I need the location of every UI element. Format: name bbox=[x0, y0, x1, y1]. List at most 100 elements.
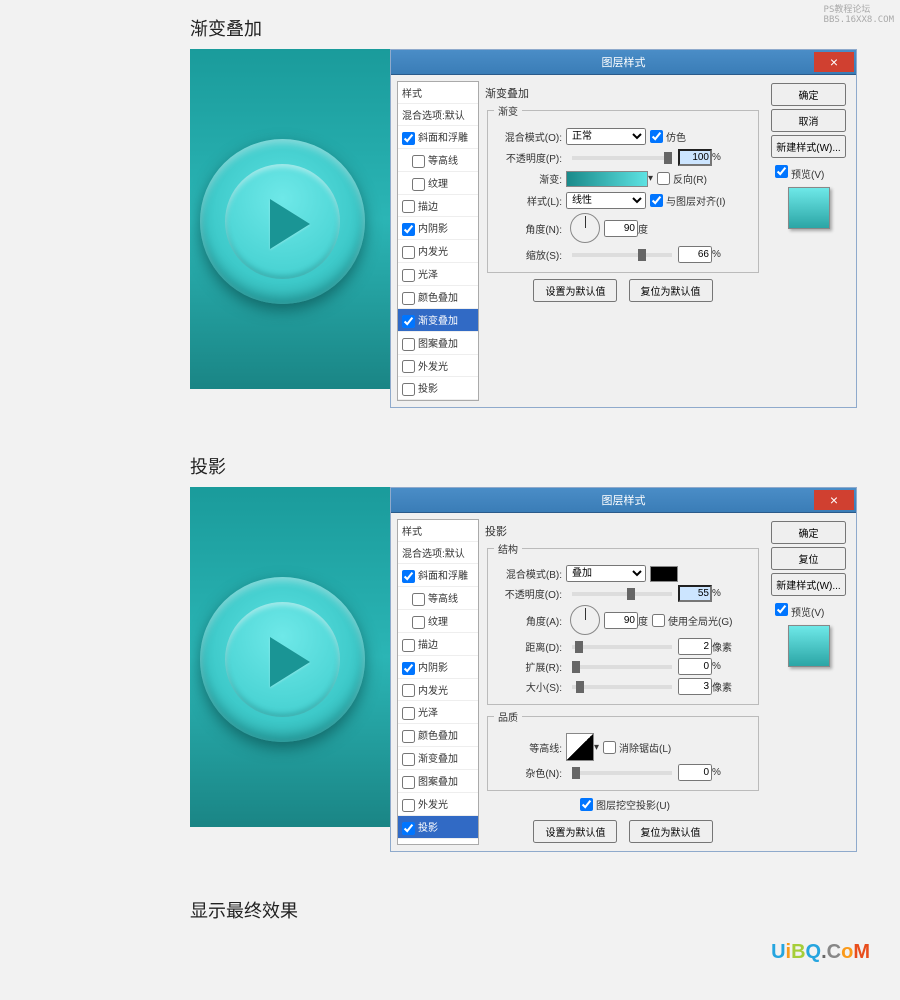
antialias-checkbox[interactable] bbox=[603, 741, 616, 754]
scale-input[interactable] bbox=[678, 246, 712, 263]
style-drop-shadow[interactable]: 投影 bbox=[398, 816, 478, 839]
style-inner-shadow[interactable]: 内阴影 bbox=[398, 656, 478, 679]
preview-image bbox=[190, 49, 390, 389]
section-title: 投影 bbox=[0, 438, 900, 487]
style-color-overlay[interactable]: 颜色叠加 bbox=[398, 286, 478, 309]
style-pattern[interactable]: 图案叠加 bbox=[398, 332, 478, 355]
style-outer-glow[interactable]: 外发光 bbox=[398, 355, 478, 378]
outer-glow-checkbox[interactable] bbox=[402, 360, 415, 373]
blend-mode-label: 混合模式(O): bbox=[494, 129, 562, 144]
spread-slider[interactable] bbox=[572, 665, 672, 669]
style-texture[interactable]: 纹理 bbox=[398, 610, 478, 633]
noise-slider[interactable] bbox=[572, 771, 672, 775]
style-contour[interactable]: 等高线 bbox=[398, 587, 478, 610]
reset-default-button[interactable]: 复位为默认值 bbox=[629, 279, 713, 302]
global-light-checkbox[interactable] bbox=[652, 614, 665, 627]
cancel-button[interactable]: 取消 bbox=[771, 109, 846, 132]
size-input[interactable] bbox=[678, 678, 712, 695]
distance-slider[interactable] bbox=[572, 645, 672, 649]
style-inner-glow[interactable]: 内发光 bbox=[398, 240, 478, 263]
ok-button[interactable]: 确定 bbox=[771, 83, 846, 106]
blend-mode-label: 混合模式(B): bbox=[494, 566, 562, 581]
drop-shadow-checkbox[interactable] bbox=[402, 383, 415, 396]
cancel-button[interactable]: 复位 bbox=[771, 547, 846, 570]
set-default-button[interactable]: 设置为默认值 bbox=[533, 279, 617, 302]
style-bevel[interactable]: 斜面和浮雕 bbox=[398, 564, 478, 587]
gradient-overlay-checkbox[interactable] bbox=[402, 315, 415, 328]
opacity-input[interactable] bbox=[678, 585, 712, 602]
group-legend: 渐变 bbox=[494, 103, 522, 118]
style-stroke[interactable]: 描边 bbox=[398, 195, 478, 218]
dialog-title: 图层样式 bbox=[391, 54, 856, 70]
set-default-button[interactable]: 设置为默认值 bbox=[533, 820, 617, 843]
satin-checkbox[interactable] bbox=[402, 269, 415, 282]
contour-checkbox[interactable] bbox=[412, 155, 425, 168]
preview-swatch bbox=[788, 187, 830, 229]
size-slider[interactable] bbox=[572, 685, 672, 689]
gradient-swatch[interactable] bbox=[566, 171, 648, 187]
preview-toggle[interactable]: 预览(V) bbox=[771, 600, 846, 619]
texture-checkbox[interactable] bbox=[412, 178, 425, 191]
grad-style-select[interactable]: 线性 bbox=[566, 192, 646, 209]
reset-default-button[interactable]: 复位为默认值 bbox=[629, 820, 713, 843]
angle-input[interactable] bbox=[604, 612, 638, 629]
inner-shadow-checkbox[interactable] bbox=[402, 223, 415, 236]
color-overlay-checkbox[interactable] bbox=[402, 292, 415, 305]
style-drop-shadow[interactable]: 投影 bbox=[398, 377, 478, 400]
titlebar[interactable]: 图层样式 × bbox=[391, 50, 856, 75]
opacity-slider[interactable] bbox=[572, 592, 672, 596]
stroke-checkbox[interactable] bbox=[402, 200, 415, 213]
style-outer-glow[interactable]: 外发光 bbox=[398, 793, 478, 816]
style-gradient-overlay[interactable]: 渐变叠加 bbox=[398, 309, 478, 332]
blend-mode-select[interactable]: 正常 bbox=[566, 128, 646, 145]
blend-mode-select[interactable]: 叠加 bbox=[566, 565, 646, 582]
contour-picker[interactable] bbox=[566, 733, 594, 761]
preview-toggle[interactable]: 预览(V) bbox=[771, 162, 846, 181]
play-icon bbox=[270, 637, 310, 687]
contour-dropdown-icon[interactable]: ▾ bbox=[594, 742, 599, 753]
new-style-button[interactable]: 新建样式(W)... bbox=[771, 573, 846, 596]
new-style-button[interactable]: 新建样式(W)... bbox=[771, 135, 846, 158]
angle-input[interactable] bbox=[604, 220, 638, 237]
reverse-checkbox[interactable] bbox=[657, 172, 670, 185]
styles-header[interactable]: 样式 bbox=[398, 82, 478, 104]
angle-dial[interactable] bbox=[570, 605, 600, 635]
ok-button[interactable]: 确定 bbox=[771, 521, 846, 544]
style-stroke[interactable]: 描边 bbox=[398, 633, 478, 656]
pattern-checkbox[interactable] bbox=[402, 338, 415, 351]
style-texture[interactable]: 纹理 bbox=[398, 172, 478, 195]
scale-slider[interactable] bbox=[572, 253, 672, 257]
distance-input[interactable] bbox=[678, 638, 712, 655]
opacity-input[interactable] bbox=[678, 149, 712, 166]
watermark: PS教程论坛 BBS.16XX8.COM bbox=[824, 2, 894, 25]
layer-style-dialog: 图层样式 × 样式 混合选项:默认 斜面和浮雕 等高线 纹理 描边 内阴影 内发… bbox=[390, 487, 857, 852]
style-bevel[interactable]: 斜面和浮雕 bbox=[398, 126, 478, 149]
style-contour[interactable]: 等高线 bbox=[398, 149, 478, 172]
bevel-checkbox[interactable] bbox=[402, 132, 415, 145]
spread-input[interactable] bbox=[678, 658, 712, 675]
blending-options[interactable]: 混合选项:默认 bbox=[398, 542, 478, 564]
close-button[interactable]: × bbox=[814, 490, 854, 510]
angle-dial[interactable] bbox=[570, 213, 600, 243]
dither-checkbox[interactable] bbox=[650, 130, 663, 143]
knockout-checkbox[interactable] bbox=[580, 798, 593, 811]
style-satin[interactable]: 光泽 bbox=[398, 701, 478, 724]
close-button[interactable]: × bbox=[814, 52, 854, 72]
style-color-overlay[interactable]: 颜色叠加 bbox=[398, 724, 478, 747]
opacity-slider[interactable] bbox=[572, 156, 672, 160]
style-inner-glow[interactable]: 内发光 bbox=[398, 679, 478, 702]
blending-options[interactable]: 混合选项:默认 bbox=[398, 104, 478, 126]
titlebar[interactable]: 图层样式 × bbox=[391, 488, 856, 513]
style-pattern[interactable]: 图案叠加 bbox=[398, 770, 478, 793]
noise-input[interactable] bbox=[678, 764, 712, 781]
align-checkbox[interactable] bbox=[650, 194, 663, 207]
style-gradient-overlay[interactable]: 渐变叠加 bbox=[398, 747, 478, 770]
style-satin[interactable]: 光泽 bbox=[398, 263, 478, 286]
gradient-label: 渐变: bbox=[494, 171, 562, 186]
shadow-color-swatch[interactable] bbox=[650, 566, 678, 582]
gradient-dropdown-icon[interactable]: ▾ bbox=[648, 173, 653, 184]
style-inner-shadow[interactable]: 内阴影 bbox=[398, 217, 478, 240]
styles-header[interactable]: 样式 bbox=[398, 520, 478, 542]
inner-glow-checkbox[interactable] bbox=[402, 246, 415, 259]
layer-style-dialog: 图层样式 × 样式 混合选项:默认 斜面和浮雕 等高线 纹理 描边 内阴影 内发… bbox=[390, 49, 857, 408]
